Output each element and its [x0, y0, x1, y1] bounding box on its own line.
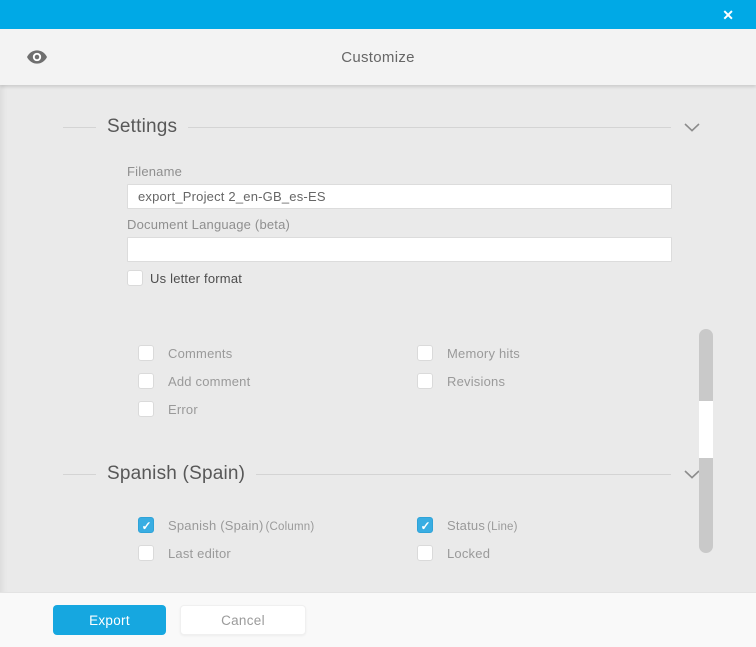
option-label: Status (Line)	[447, 517, 518, 533]
divider	[188, 126, 671, 128]
filename-label: Filename	[127, 164, 183, 179]
settings-fields: Filename Document Language (beta)	[127, 164, 672, 262]
divider	[63, 126, 96, 128]
us-letter-format-checkbox[interactable]	[127, 270, 143, 286]
add-comment-checkbox[interactable]	[138, 373, 154, 389]
settings-section-title: Settings	[107, 116, 178, 137]
dialog-footer: Export Cancel	[0, 592, 756, 647]
content-scrollbar[interactable]	[699, 329, 713, 553]
language-section-header: Spanish (Spain)	[63, 463, 700, 485]
language-collapse-chevron-icon[interactable]	[684, 469, 700, 479]
option-spanish-column[interactable]: Spanish (Spain)(Column)	[138, 517, 417, 533]
export-button[interactable]: Export	[53, 605, 166, 635]
filename-input[interactable]	[127, 184, 672, 209]
option-comments[interactable]: Comments	[138, 345, 417, 361]
option-label: Comments	[168, 345, 233, 361]
cancel-button[interactable]: Cancel	[180, 605, 306, 635]
filename-field-group: Filename	[127, 164, 672, 209]
option-suffix: (Line)	[487, 520, 518, 533]
us-letter-format-label: Us letter format	[150, 270, 243, 286]
option-label: Revisions	[447, 373, 506, 389]
option-suffix: (Column)	[265, 520, 315, 533]
language-section-title: Spanish (Spain)	[107, 463, 246, 484]
preview-eye-icon[interactable]	[27, 50, 47, 64]
revisions-checkbox[interactable]	[417, 373, 433, 389]
document-language-label: Document Language (beta)	[127, 217, 291, 232]
spanish-column-checkbox[interactable]	[138, 517, 154, 533]
customize-export-dialog: ✕ Customize Settings Filename export_Pro…	[0, 0, 756, 647]
close-icon[interactable]: ✕	[722, 8, 734, 22]
error-checkbox[interactable]	[138, 401, 154, 417]
option-error[interactable]: Error	[138, 401, 417, 417]
document-language-field-group: Document Language (beta)	[127, 217, 672, 262]
dialog-header: Customize	[0, 29, 756, 85]
option-label: Error	[168, 401, 198, 417]
comments-checkbox[interactable]	[138, 345, 154, 361]
option-label: Memory hits	[447, 345, 520, 361]
option-label: Last editor	[168, 545, 231, 561]
settings-section-header: Settings	[63, 116, 700, 138]
settings-collapse-chevron-icon[interactable]	[684, 122, 700, 132]
option-add-comment[interactable]: Add comment	[138, 373, 417, 389]
dialog-titlebar: ✕	[0, 0, 756, 29]
option-label: Locked	[447, 545, 491, 561]
option-label: Add comment	[168, 373, 251, 389]
memory-hits-checkbox[interactable]	[417, 345, 433, 361]
status-line-checkbox[interactable]	[417, 517, 433, 533]
settings-options-grid: Comments Memory hits Add comment Revisio…	[138, 345, 756, 417]
language-options-grid: Spanish (Spain)(Column) Status(Line) Las…	[138, 517, 756, 561]
divider	[63, 473, 96, 475]
scrollbar-thumb[interactable]	[699, 401, 713, 458]
option-last-editor[interactable]: Last editor	[138, 545, 417, 561]
last-editor-checkbox[interactable]	[138, 545, 154, 561]
locked-checkbox[interactable]	[417, 545, 433, 561]
dialog-title: Customize	[341, 48, 415, 66]
option-label: Spanish (Spain) (Column)	[168, 517, 315, 533]
document-language-input[interactable]	[127, 237, 672, 262]
us-letter-format-row[interactable]: Us letter format	[127, 270, 756, 286]
dialog-content: Settings Filename Document Language (bet…	[0, 85, 756, 592]
divider	[256, 473, 671, 475]
